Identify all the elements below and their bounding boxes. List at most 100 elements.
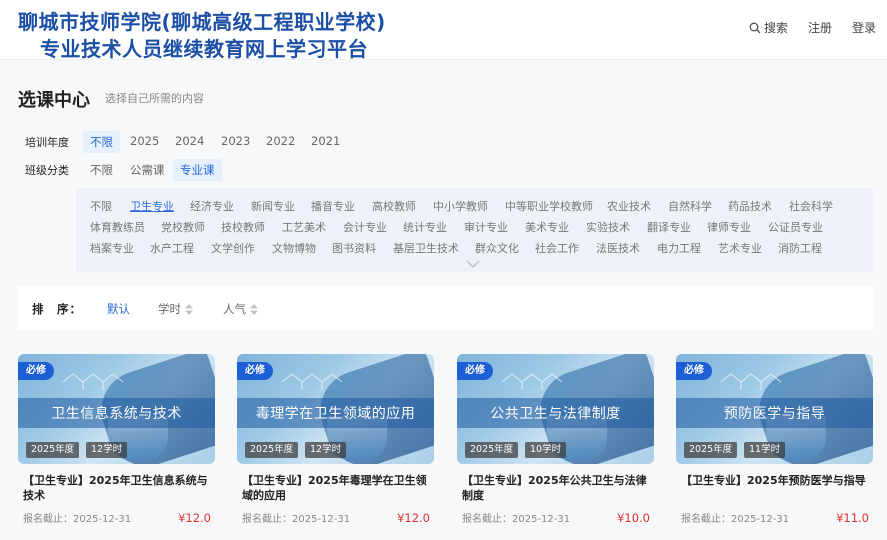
category-k12-teachers[interactable]: 中小学教师 (433, 198, 488, 214)
sort-arrows-icon (250, 303, 258, 315)
required-badge: 必修 (18, 362, 54, 380)
molecule-icon (720, 373, 782, 390)
category-statistics[interactable]: 统计专业 (403, 219, 447, 235)
enroll-deadline: 报名截止：2025-12-31 (462, 514, 571, 525)
category-library[interactable]: 图书资料 (332, 240, 376, 256)
site-title-line1[interactable]: 聊城市技师学院(聊城高级工程职业学校) (18, 6, 386, 35)
cover-title: 预防医学与指导 (723, 406, 826, 422)
class-type-option-professional[interactable]: 专业课 (173, 159, 222, 181)
course-card[interactable]: 预防医学与指导 必修 2025年度 11学时【卫生专业】2025年预防医学与指导报名截… (676, 354, 873, 529)
category-sports-coach[interactable]: 体育教练员 (90, 219, 145, 235)
login-link[interactable]: 登录 (852, 19, 876, 36)
sort-option-default[interactable]: 默认 (107, 301, 130, 317)
course-name[interactable]: 【卫生专业】2025年卫生信息系统与技术 (23, 474, 213, 503)
required-badge: 必修 (237, 362, 273, 380)
category-vocational-teachers[interactable]: 中等职业学校教师 (505, 198, 593, 214)
year-tag: 2025年度 (465, 442, 519, 458)
category-social-science[interactable]: 社会科学 (789, 198, 833, 214)
category-arts[interactable]: 艺术专业 (718, 240, 762, 256)
category-agriculture[interactable]: 农业技术 (607, 198, 651, 214)
category-lawyer[interactable]: 律师专业 (707, 219, 751, 235)
category-broadcasting[interactable]: 播音专业 (311, 198, 355, 214)
cover-title: 毒理学在卫生领域的应用 (255, 406, 416, 422)
category-fire-engineering[interactable]: 消防工程 (778, 240, 822, 256)
search-label: 搜索 (764, 21, 789, 35)
category-natural-science[interactable]: 自然科学 (668, 198, 712, 214)
sort-label: 排 序： (32, 302, 82, 316)
category-laboratory[interactable]: 实验技术 (586, 219, 630, 235)
year-option-2025[interactable]: 2025 (123, 131, 166, 151)
sort-arrows-icon (185, 303, 193, 315)
enroll-deadline: 报名截止：2025-12-31 (681, 514, 790, 525)
page-subtitle: 选择自己所需的内容 (105, 92, 204, 105)
course-cover-image[interactable]: 毒理学在卫生领域的应用 必修 2025年度 12学时 (237, 354, 434, 464)
year-tag: 2025年度 (684, 442, 738, 458)
course-cover-image[interactable]: 公共卫生与法律制度 必修 2025年度 10学时 (457, 354, 654, 464)
category-economics[interactable]: 经济专业 (190, 198, 234, 214)
class-type-option-any[interactable]: 不限 (83, 159, 120, 181)
page-title: 选课中心 (18, 90, 90, 111)
cover-title: 公共卫生与法律制度 (490, 406, 621, 422)
molecule-icon (62, 373, 124, 390)
class-type-filter-label: 班级分类 (25, 164, 69, 177)
category-mass-culture[interactable]: 群众文化 (475, 240, 519, 256)
enroll-deadline: 报名截止：2025-12-31 (242, 514, 351, 525)
year-option-2023[interactable]: 2023 (214, 131, 257, 151)
course-card[interactable]: 毒理学在卫生领域的应用 必修 2025年度 12学时 【卫生专业】2025年毒理学在卫生… (237, 354, 434, 529)
enroll-deadline: 报名截止：2025-12-31 (23, 514, 132, 525)
hours-tag: 12学时 (305, 442, 347, 458)
chevron-down-icon[interactable] (466, 259, 480, 269)
course-price: ¥10.0 (617, 511, 650, 525)
course-card[interactable]: 卫生信息系统与技术 必修 2025年度 12学时 【卫生专业】2025年卫生信息系统与技… (18, 354, 215, 529)
course-name[interactable]: 【卫生专业】2025年预防医学与指导 (681, 474, 871, 489)
year-filter-label: 培训年度 (25, 136, 69, 149)
category-news[interactable]: 新闻专业 (251, 198, 295, 214)
year-tag: 2025年度 (26, 442, 80, 458)
sort-option-popularity[interactable]: 人气 (223, 301, 258, 317)
category-social-work[interactable]: 社会工作 (535, 240, 579, 256)
course-cover-image[interactable]: 卫生信息系统与技术 必修 2025年度 12学时 (18, 354, 215, 464)
course-price: ¥12.0 (397, 511, 430, 525)
category-electric-power[interactable]: 电力工程 (657, 240, 701, 256)
year-option-2021[interactable]: 2021 (304, 131, 347, 151)
category-translation[interactable]: 翻译专业 (647, 219, 691, 235)
year-option-2024[interactable]: 2024 (168, 131, 211, 151)
required-badge: 必修 (676, 362, 712, 380)
category-any[interactable]: 不限 (90, 198, 112, 214)
course-name[interactable]: 【卫生专业】2025年公共卫生与法律制度 (462, 474, 652, 503)
sort-option-hours[interactable]: 学时 (158, 301, 193, 317)
class-type-option-public[interactable]: 公需课 (123, 159, 172, 181)
category-archives[interactable]: 档案专业 (90, 240, 134, 256)
category-health[interactable]: 卫生专业 (130, 198, 174, 214)
category-university-teachers[interactable]: 高校教师 (372, 198, 416, 214)
category-aquaculture[interactable]: 水产工程 (150, 240, 194, 256)
search-icon (749, 22, 761, 33)
category-technical-school[interactable]: 技校教师 (221, 219, 265, 235)
category-party-school[interactable]: 党校教师 (161, 219, 205, 235)
hours-tag: 12学时 (86, 442, 128, 458)
course-name[interactable]: 【卫生专业】2025年毒理学在卫生领域的应用 (242, 474, 432, 503)
register-link[interactable]: 注册 (808, 19, 832, 36)
molecule-icon (281, 373, 343, 390)
sort-bar: 排 序： 默认 学时 人气 (18, 286, 873, 330)
site-header: 聊城市技师学院(聊城高级工程职业学校) 专业技术人员继续教育网上学习平台 搜索 … (0, 0, 887, 62)
category-fine-arts[interactable]: 美术专业 (525, 219, 569, 235)
category-audit[interactable]: 审计专业 (464, 219, 508, 235)
year-option-2022[interactable]: 2022 (259, 131, 302, 151)
category-notary[interactable]: 公证员专业 (768, 219, 823, 235)
course-cover-image[interactable]: 预防医学与指导 必修 2025年度 11学时 (676, 354, 873, 464)
category-forensics[interactable]: 法医技术 (596, 240, 640, 256)
category-literature[interactable]: 文学创作 (211, 240, 255, 256)
sort-option-popularity-label: 人气 (223, 302, 246, 316)
search-link[interactable]: 搜索 (749, 19, 788, 36)
category-crafts[interactable]: 工艺美术 (282, 219, 326, 235)
category-cultural-relics[interactable]: 文物博物 (272, 240, 316, 256)
category-accounting[interactable]: 会计专业 (343, 219, 387, 235)
category-primary-health[interactable]: 基层卫生技术 (393, 240, 459, 256)
category-pharmaceutical[interactable]: 药品技术 (728, 198, 772, 214)
hours-tag: 11学时 (744, 442, 786, 458)
year-option-any[interactable]: 不限 (83, 131, 120, 153)
course-price: ¥11.0 (836, 511, 869, 525)
course-card[interactable]: 公共卫生与法律制度 必修 2025年度 10学时【卫生专业】2025年公共卫生与法律制… (457, 354, 654, 529)
site-title-line2[interactable]: 专业技术人员继续教育网上学习平台 (40, 33, 368, 62)
